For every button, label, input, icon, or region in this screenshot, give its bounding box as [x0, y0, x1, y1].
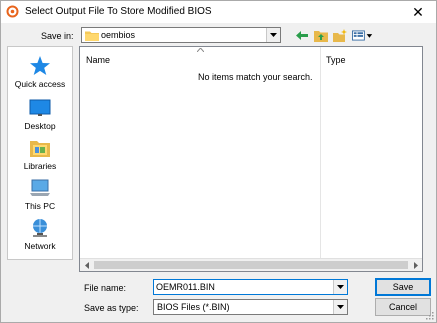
file-name-combo[interactable]	[153, 279, 348, 295]
save-in-label: Save in:	[41, 31, 74, 41]
file-name-input[interactable]	[156, 281, 331, 293]
up-folder-icon	[313, 31, 328, 42]
computer-icon	[30, 179, 50, 196]
save-file-dialog: Select Output File To Store Modified BIO…	[0, 0, 437, 323]
empty-message: No items match your search.	[198, 72, 313, 82]
title-bar: Select Output File To Store Modified BIO…	[1, 1, 436, 23]
save-button[interactable]: Save	[375, 278, 431, 296]
sort-indicator-icon	[197, 48, 204, 52]
close-button[interactable]: ✕	[402, 1, 434, 23]
place-desktop[interactable]: Desktop	[8, 97, 72, 131]
save-as-type-label: Save as type:	[84, 303, 139, 313]
desktop-icon	[29, 99, 51, 116]
place-label: Desktop	[24, 121, 56, 131]
dialog-toolbar	[294, 28, 375, 43]
save-as-type-select[interactable]: BIOS Files (*.BIN)	[153, 299, 348, 315]
app-icon	[6, 5, 19, 18]
save-as-type-value: BIOS Files (*.BIN)	[157, 302, 230, 312]
file-name-dropdown-button[interactable]	[333, 280, 347, 294]
save-in-value: oembios	[101, 30, 136, 40]
column-header-type[interactable]: Type	[326, 55, 346, 65]
cancel-button[interactable]: Cancel	[375, 298, 431, 316]
place-this-pc[interactable]: This PC	[8, 177, 72, 211]
save-in-combo[interactable]: oembios	[81, 27, 281, 43]
chevron-down-icon	[337, 305, 344, 309]
column-divider[interactable]	[320, 47, 321, 258]
window-title: Select Output File To Store Modified BIO…	[25, 6, 212, 17]
up-folder-button[interactable]	[313, 28, 328, 43]
scrollbar-thumb[interactable]	[94, 261, 408, 269]
view-menu-button[interactable]	[351, 28, 375, 43]
star-icon	[30, 56, 50, 75]
chevron-right-icon	[413, 262, 418, 269]
file-name-label: File name:	[84, 283, 127, 293]
back-button[interactable]	[294, 28, 309, 43]
chevron-down-icon	[270, 33, 277, 37]
place-network[interactable]: Network	[8, 217, 72, 251]
back-icon	[295, 31, 308, 40]
places-bar: Quick access Desktop Libraries This PC N…	[7, 46, 73, 260]
libraries-icon	[30, 141, 50, 157]
file-list[interactable]: Name Type No items match your search.	[79, 46, 423, 272]
place-quick-access[interactable]: Quick access	[8, 55, 72, 89]
horizontal-scrollbar[interactable]	[80, 258, 422, 271]
place-label: Libraries	[23, 161, 57, 171]
place-label: This PC	[24, 201, 56, 211]
close-icon: ✕	[412, 3, 424, 20]
place-libraries[interactable]: Libraries	[8, 137, 72, 171]
save-in-dropdown-button[interactable]	[266, 28, 280, 42]
folder-icon	[85, 31, 99, 41]
new-folder-icon	[332, 29, 347, 42]
column-header-name[interactable]: Name	[86, 55, 110, 65]
view-menu-icon	[352, 30, 373, 41]
resize-grip-icon[interactable]	[424, 310, 434, 320]
column-header-row: Name Type	[80, 47, 422, 69]
place-label: Quick access	[14, 79, 66, 89]
place-label: Network	[24, 241, 56, 251]
chevron-left-icon	[84, 262, 89, 269]
scroll-right-button[interactable]	[409, 259, 422, 272]
network-icon	[33, 219, 47, 237]
chevron-down-icon	[337, 285, 344, 289]
new-folder-button[interactable]	[332, 28, 347, 43]
scroll-left-button[interactable]	[80, 259, 93, 272]
save-as-type-dropdown-button[interactable]	[333, 300, 347, 314]
